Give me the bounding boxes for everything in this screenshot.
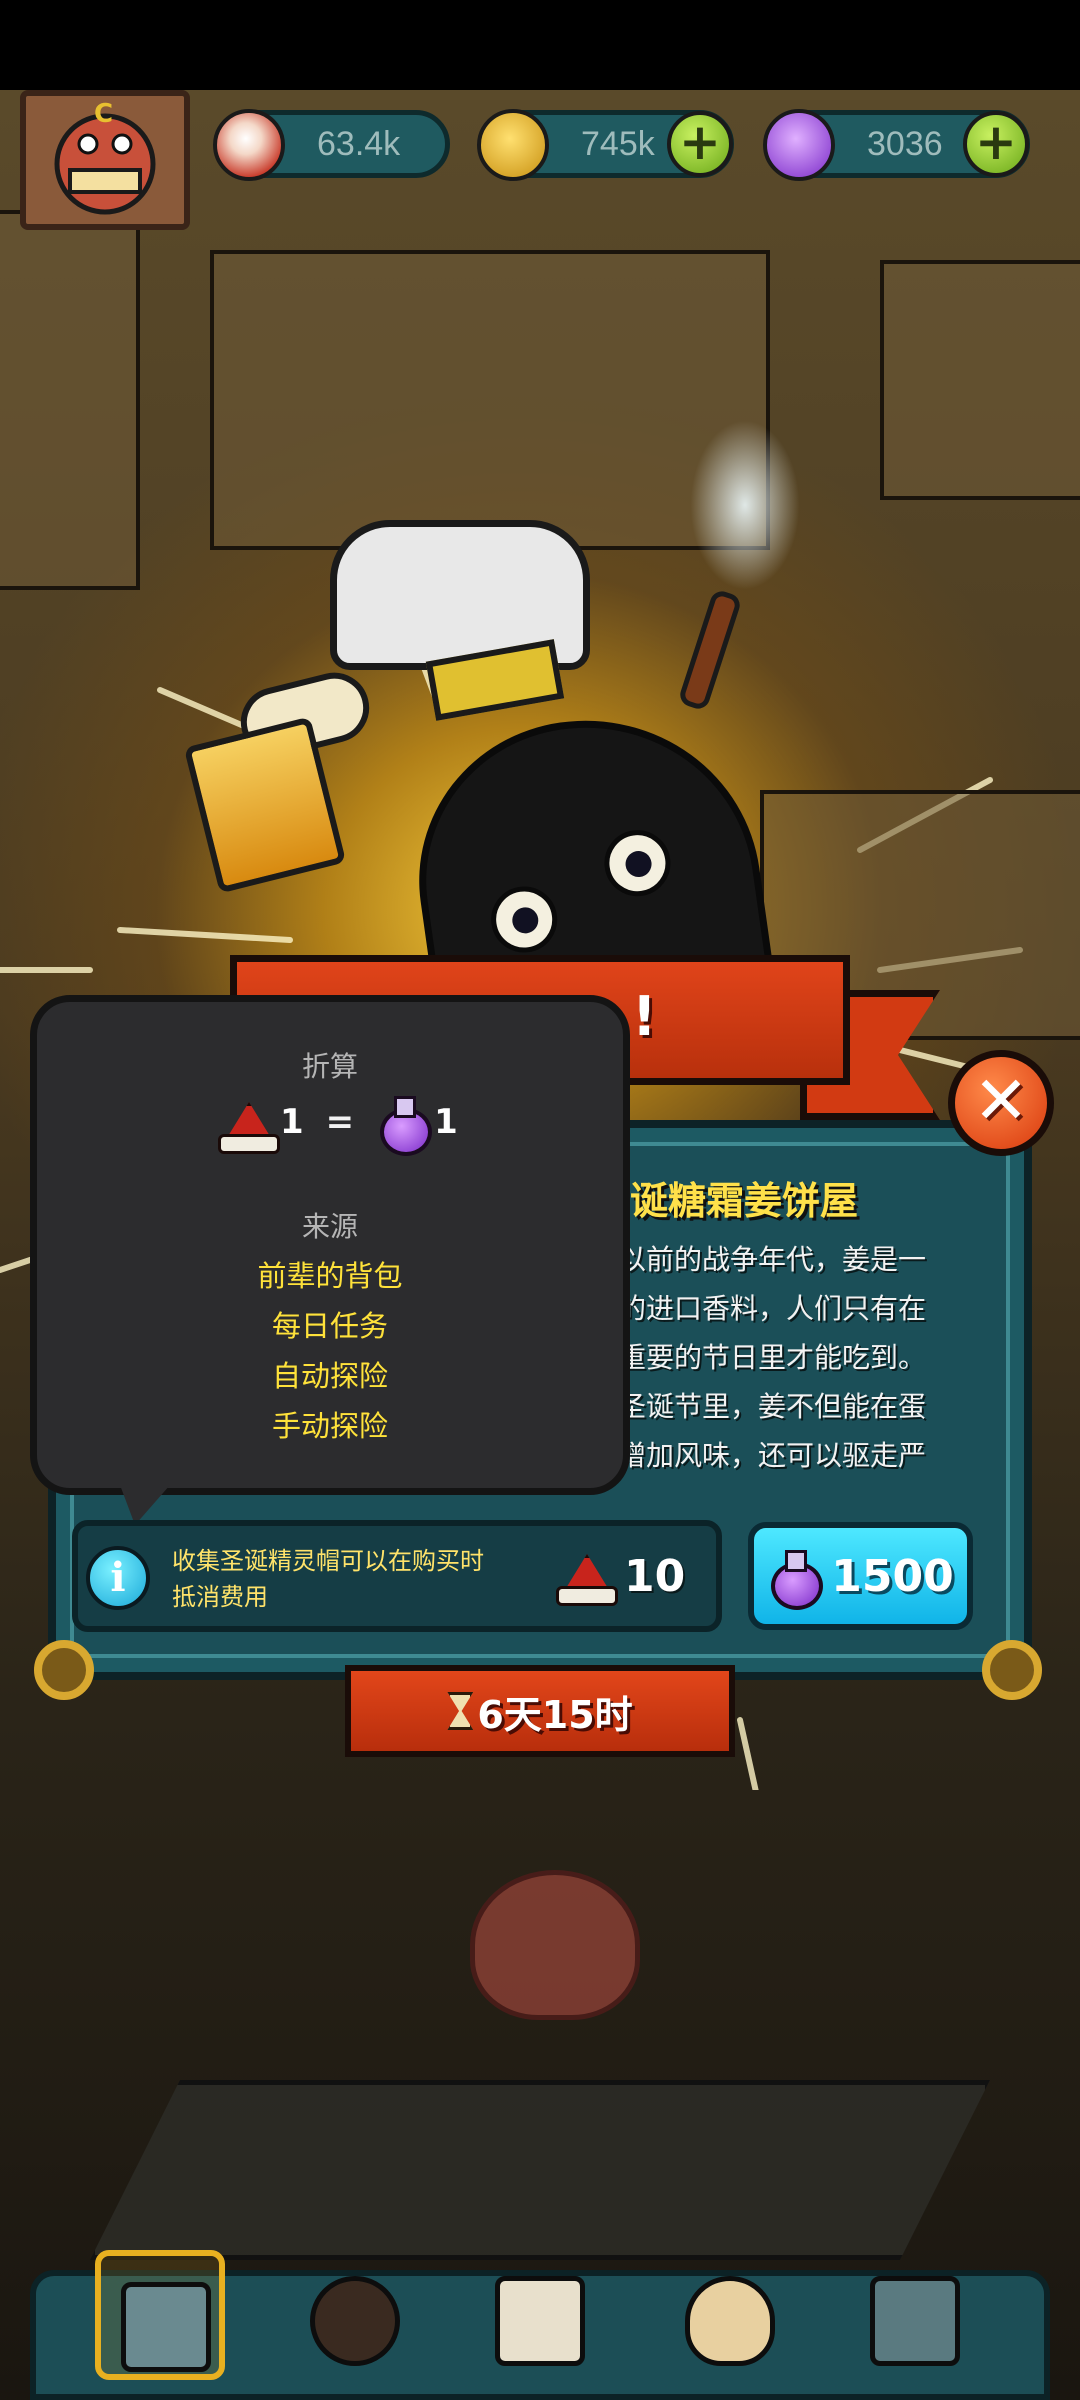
character-eye [600,825,675,901]
time-remaining-banner: 6天15时 [345,1665,735,1757]
resource-bar: C 63.4k 745k + 3036 + [0,90,1080,230]
kitchen-floor [90,2080,990,2260]
santa-hat-icon [556,1546,618,1606]
coin-count: 745k [581,125,655,163]
hat-count-value: 10 [624,1550,686,1602]
hat-discount-text: 收集圣诞精灵帽可以在购买时 抵消费用 [172,1547,484,1611]
eyeball-resource: 63.4k [213,109,450,181]
conversion-heading: 折算 [301,1050,358,1083]
nav-book[interactable] [475,2250,605,2380]
hourglass-icon [447,1692,473,1730]
time-remaining: 6天15时 [477,1692,633,1737]
grid-icon [870,2276,960,2366]
octopus-chef [470,1870,640,2020]
add-potion-button[interactable]: + [963,111,1029,177]
monster-icon [310,2276,400,2366]
corner-ornament [982,1640,1042,1700]
cigar-smoke [690,420,800,590]
santa-hat-count: 10 [556,1546,685,1606]
eyeball-icon [213,109,285,181]
potion-resource: 3036 + [763,109,1030,181]
potion-icon [763,109,835,181]
player-avatar[interactable]: C [20,90,190,230]
source-heading: 来源 [301,1210,358,1243]
source-item[interactable]: 手动探险 [30,1403,630,1445]
background-building [210,250,770,550]
nav-character[interactable] [290,2250,420,2380]
close-button[interactable]: ✕ [948,1050,1054,1156]
item-description: 久以前的战争年代，姜是一 贵的进口香料，人们只有在 样重要的节日里才能吃到。 的… [590,1243,927,1472]
coin-icon [477,109,549,181]
character-eye [486,882,562,957]
potion-icon [767,1548,824,1610]
eyeball-count: 63.4k [317,125,401,163]
svg-text:C: C [94,99,113,129]
monster-avatar-icon: C [54,99,156,215]
conversion-left-amount: 1 [280,1102,304,1142]
santa-hat-icon [218,1094,280,1154]
corner-ornament [34,1640,94,1700]
banner-title: ! [632,985,657,1048]
info-icon[interactable]: i [86,1546,150,1610]
nav-shop[interactable] [95,2250,225,2380]
conversion-equals: = [325,1102,355,1142]
buy-price: 1500 [831,1550,954,1602]
potion-icon [376,1094,433,1156]
conversion-rate: 1 = 1 [218,1090,458,1156]
source-item[interactable]: 自动探险 [30,1353,630,1395]
potion-count: 3036 [867,125,943,163]
coin-resource: 745k + [477,109,734,181]
buy-button[interactable]: 1500 [748,1522,973,1630]
background-building [0,210,140,590]
source-item[interactable]: 前辈的背包 [30,1253,630,1295]
shop-icon [121,2282,211,2372]
coin-bag-icon [685,2276,775,2366]
nav-more[interactable] [850,2250,980,2380]
item-title: 诞糖霜姜饼屋 [630,1179,859,1223]
add-coin-button[interactable]: + [667,111,733,177]
background-building [880,260,1080,500]
book-icon [495,2276,585,2366]
nav-bag[interactable] [665,2250,795,2380]
source-item[interactable]: 每日任务 [30,1303,630,1345]
conversion-right-amount: 1 [434,1102,458,1142]
